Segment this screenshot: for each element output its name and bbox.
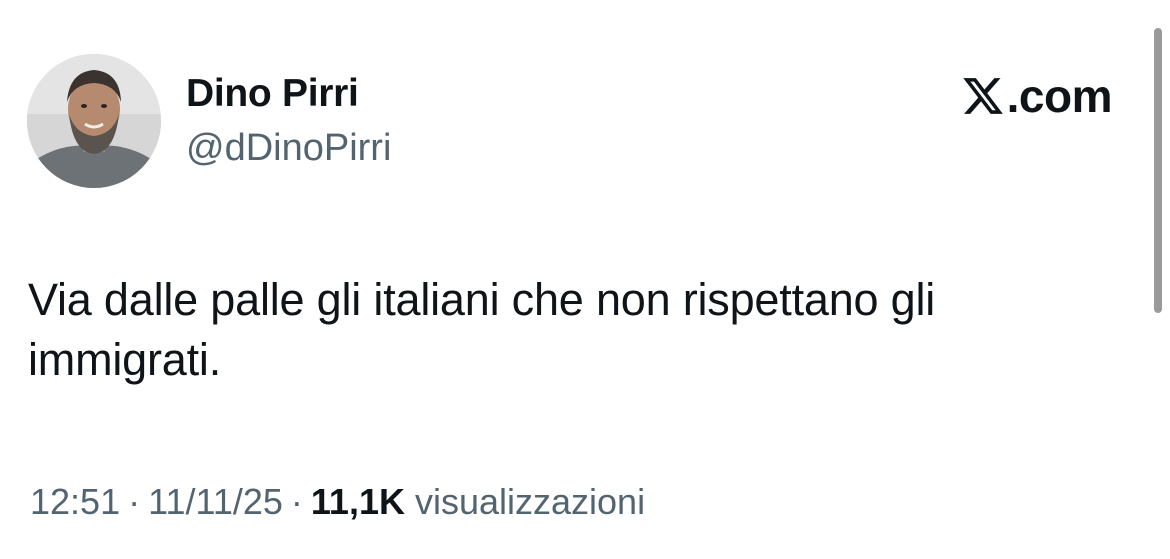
views-label: visualizzazioni <box>414 481 646 522</box>
tweet-date[interactable]: 11/11/25 <box>148 481 283 522</box>
meta-separator: · <box>128 481 141 522</box>
tweet-time[interactable]: 12:51 <box>30 481 120 522</box>
avatar-photo <box>27 54 161 188</box>
x-logo-icon <box>962 78 1003 114</box>
meta-separator: · <box>290 481 303 522</box>
brand-text: .com <box>1006 70 1113 122</box>
tweet-text: Via dalle palle gli italiani che non ris… <box>28 274 936 385</box>
tweet-meta: 12:51 · 11/11/25 · 11,1K visualizzazioni <box>30 478 645 526</box>
scrollbar[interactable] <box>1154 28 1162 313</box>
author-name[interactable]: Dino Pirri <box>186 70 359 118</box>
author-handle[interactable]: @dDinoPirri <box>186 124 391 172</box>
brand-logo: .com <box>961 68 1113 124</box>
views-count: 11,1K <box>310 481 405 522</box>
avatar[interactable] <box>27 54 161 188</box>
